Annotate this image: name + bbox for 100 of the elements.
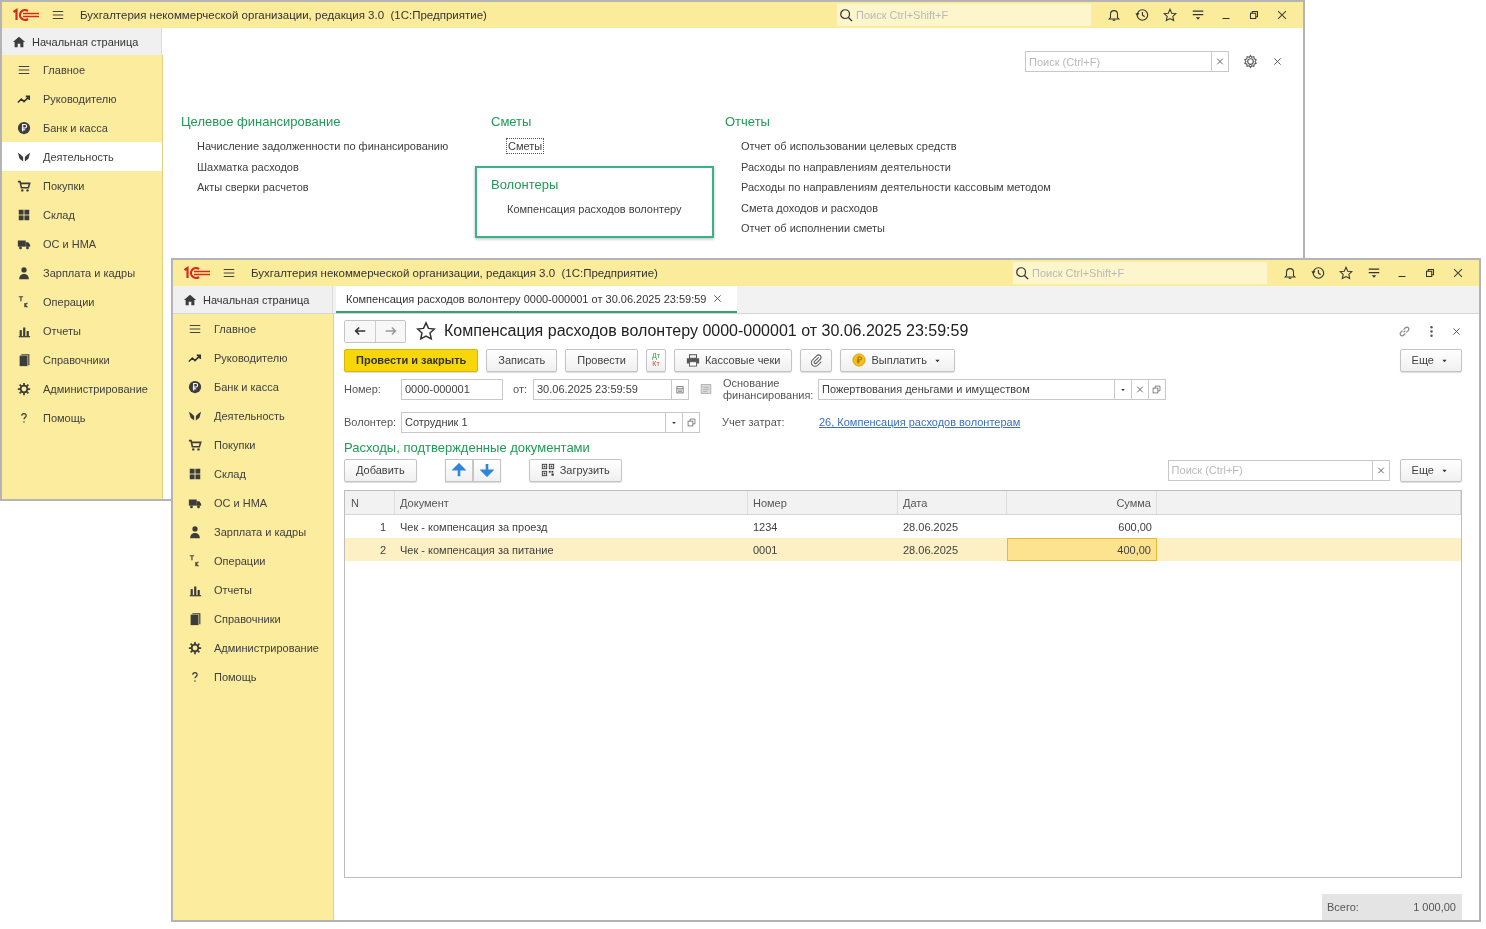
sidebar-item[interactable]: Склад xyxy=(2,200,162,229)
sidebar-item[interactable]: Зарплата и кадры xyxy=(173,517,333,546)
sidebar-item[interactable]: Покупки xyxy=(2,171,162,200)
section-title: Расходы, подтвержденные документами xyxy=(344,440,591,456)
more-button[interactable]: Еще xyxy=(1399,458,1462,482)
volunteer-field[interactable]: Сотрудник 1 xyxy=(401,411,666,433)
toolbar-button[interactable]: Записать xyxy=(486,348,558,372)
funding-field[interactable]: Пожертвования деньгами и имуществом xyxy=(818,378,1115,400)
sidebar-item[interactable]: Операции xyxy=(173,546,333,575)
logo-icon xyxy=(183,265,211,281)
nav-link[interactable]: Расходы по направлениям деятельности кассовым методом xyxy=(741,177,1051,198)
clock-icon[interactable] xyxy=(1135,8,1149,22)
sidebar-item[interactable]: Отчеты xyxy=(173,575,333,604)
tab[interactable]: Компенсация расходов волонтеру 0000-000001 от 30.06.2025 23:59:59 xyxy=(336,286,738,313)
close-icon[interactable] xyxy=(712,293,724,304)
search-field[interactable]: Поиск (Ctrl+F) xyxy=(1025,51,1212,72)
sidebar-item[interactable]: Деятельность xyxy=(173,401,333,430)
sidebar-item[interactable]: Склад xyxy=(173,459,333,488)
menu-icon[interactable] xyxy=(222,266,236,280)
section-title: Сметы xyxy=(491,113,533,131)
open-icon xyxy=(685,416,697,428)
nav-link[interactable]: Смета доходов и расходов xyxy=(741,197,879,218)
toolbar-button[interactable]: Провести xyxy=(565,348,638,372)
clock-icon[interactable] xyxy=(1311,266,1325,280)
attach-button[interactable] xyxy=(800,348,833,372)
star-icon[interactable] xyxy=(1163,8,1177,22)
ledger-icon xyxy=(17,294,31,309)
cart-icon xyxy=(188,437,202,452)
sidebar-item[interactable]: Администрирование xyxy=(173,633,333,662)
table-row[interactable]: 2 Чек - компенсация за питание 0001 28.06.2025 400,00 xyxy=(345,538,1461,561)
column-header[interactable]: Сумма xyxy=(1007,491,1157,514)
restore-icon[interactable] xyxy=(1247,8,1261,22)
sidebar-item[interactable]: Руководителю xyxy=(2,84,162,113)
more-button[interactable]: Еще xyxy=(1399,348,1462,372)
close-icon[interactable] xyxy=(1272,56,1283,67)
nav-link[interactable]: Компенсация расходов волонтеру xyxy=(507,199,682,220)
settings-icon[interactable] xyxy=(1243,54,1258,69)
add-button[interactable]: Добавить xyxy=(344,458,417,482)
nav-link[interactable]: Расходы по направлениям деятельности xyxy=(741,156,951,177)
toolbar-button[interactable]: Кассовые чеки xyxy=(673,348,793,372)
qr-code-icon xyxy=(540,463,555,477)
sidebar-item[interactable]: ОС и НМА xyxy=(2,229,162,258)
nav-link[interactable]: Отчет об исполнении сметы xyxy=(741,218,885,239)
tab[interactable]: Начальная страница xyxy=(2,28,162,55)
close-icon[interactable] xyxy=(1451,266,1465,280)
back-button[interactable] xyxy=(345,320,375,342)
bell-icon[interactable] xyxy=(1107,8,1121,22)
move-down-button[interactable] xyxy=(472,458,501,482)
sidebar-item[interactable]: Зарплата и кадры xyxy=(2,258,162,287)
sidebar-item[interactable]: Отчеты xyxy=(2,316,162,345)
nav-link[interactable]: Акты сверки расчетов xyxy=(197,177,309,198)
sidebar-item[interactable]: Покупки xyxy=(173,430,333,459)
star-icon[interactable] xyxy=(416,321,436,341)
restore-icon[interactable] xyxy=(1423,266,1437,280)
sidebar-item[interactable]: Справочники xyxy=(173,604,333,633)
sidebar-item[interactable]: Главное xyxy=(2,55,162,84)
sidebar-item[interactable]: Банк и касса xyxy=(2,113,162,142)
gear-icon xyxy=(188,640,202,655)
sidebar-item[interactable]: Деятельность xyxy=(2,142,162,171)
nav-link[interactable]: Сметы xyxy=(507,139,544,153)
search-field[interactable]: Поиск (Ctrl+F) xyxy=(1167,459,1373,481)
nav-link[interactable]: Отчет об использовании целевых средств xyxy=(741,136,957,157)
load-button[interactable]: Загрузить xyxy=(528,458,622,482)
menu-button[interactable]: Выплатить xyxy=(840,348,955,372)
filter-icon[interactable] xyxy=(1367,266,1381,280)
filter-icon[interactable] xyxy=(1191,8,1205,22)
sidebar-item[interactable]: Операции xyxy=(2,287,162,316)
column-header[interactable]: Дата xyxy=(898,491,1007,514)
column-header[interactable]: Документ xyxy=(395,491,748,514)
sidebar-item[interactable]: ОС и НМА xyxy=(173,488,333,517)
calendar-icon[interactable] xyxy=(672,378,689,400)
post-and-close-button[interactable]: Провести и закрыть xyxy=(344,348,479,372)
logo-icon xyxy=(12,7,40,23)
cart-icon xyxy=(17,178,31,193)
sidebar-item[interactable]: Помощь xyxy=(2,403,162,432)
sidebar-item[interactable]: Банк и касса xyxy=(173,372,333,401)
close-icon[interactable] xyxy=(1275,8,1289,22)
sidebar-item[interactable]: Помощь xyxy=(173,662,333,691)
table-row[interactable]: 1 Чек - компенсация за проезд 1234 28.06.2025 600,00 xyxy=(345,515,1461,538)
menu-icon[interactable] xyxy=(51,8,65,22)
open-button[interactable] xyxy=(683,411,700,433)
move-up-button[interactable] xyxy=(444,458,473,482)
sidebar-item[interactable]: Руководителю xyxy=(173,343,333,372)
column-header[interactable]: N xyxy=(345,491,395,514)
link-icon[interactable] xyxy=(1397,323,1412,339)
field-label: от: xyxy=(513,383,527,395)
column-header[interactable]: Номер xyxy=(748,491,898,514)
bell-icon[interactable] xyxy=(1283,266,1297,280)
number-field[interactable]: 0000-000001 xyxy=(401,378,503,400)
nav-link[interactable]: Начисление задолженности по финансированию xyxy=(197,136,449,157)
sidebar-item[interactable]: Администрирование xyxy=(2,374,162,403)
nav-link[interactable]: Шахматка расходов xyxy=(197,156,299,177)
star-icon[interactable] xyxy=(1339,266,1353,280)
sidebar-item[interactable]: Главное xyxy=(173,314,333,343)
sidebar-item[interactable]: Справочники xyxy=(2,345,162,374)
home-icon xyxy=(12,34,26,49)
date-field[interactable]: 30.06.2025 23:59:59 xyxy=(533,378,672,400)
cost-account-link[interactable]: 26, Компенсация расходов волонтерам xyxy=(819,416,1021,428)
table-cell-text: 600,00 xyxy=(1117,519,1153,535)
close-icon[interactable] xyxy=(1451,325,1462,337)
